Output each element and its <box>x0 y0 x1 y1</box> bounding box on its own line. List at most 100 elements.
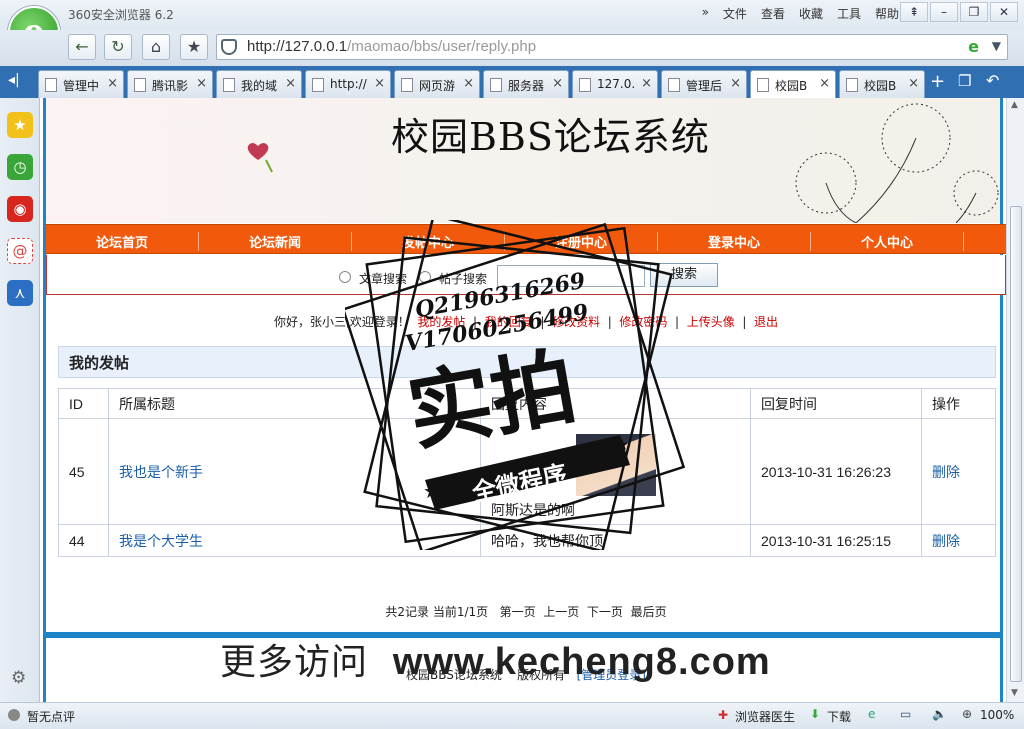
col-action: 操作 <box>921 388 996 419</box>
post-search-radio[interactable] <box>419 271 431 283</box>
nav-post[interactable]: 发帖中心 <box>352 232 505 251</box>
zoom-level[interactable]: 100% <box>980 708 1014 722</box>
menu-file[interactable]: 文件 <box>723 5 747 22</box>
nav-login[interactable]: 登录中心 <box>658 232 811 251</box>
first-page-link[interactable]: 第一页 <box>500 605 536 619</box>
title-bar: 360安全浏览器 6.2 » 文件 查看 收藏 工具 帮助 ⇞ – ❐ ✕ <box>0 0 1024 30</box>
last-page-link[interactable]: 最后页 <box>631 605 667 619</box>
tab[interactable]: 腾讯影 × <box>127 70 213 98</box>
col-content: 回复内容 <box>480 388 751 419</box>
my-replies-link[interactable]: 我的回复 <box>485 315 533 329</box>
minimize-button[interactable]: – <box>930 2 958 22</box>
article-search-radio[interactable] <box>339 271 351 283</box>
tab-bar: ◂| 管理中 × 腾讯影 × 我的域 × http://× 网页游 × 服务器 × 127… <box>0 66 1024 98</box>
row-title-link[interactable]: 我是个大学生 <box>119 533 203 549</box>
browser-doctor[interactable]: 浏览器医生 <box>735 708 795 725</box>
change-password-link[interactable]: 修改密码 <box>619 315 667 329</box>
weibo-icon[interactable]: ◉ <box>7 196 33 222</box>
tab[interactable]: 127.0. × <box>572 70 658 98</box>
panel-title: 我的发帖 <box>58 346 996 378</box>
posts-table: ID 所属标题 回复内容 回复时间 操作 45 我也是个新手 阿斯达是的啊 20… <box>58 388 996 557</box>
tab[interactable]: http://× <box>305 70 391 98</box>
col-id: ID <box>58 388 109 419</box>
restore-button[interactable]: ❐ <box>960 2 988 22</box>
tab-list-icon[interactable]: ❐ <box>958 72 971 90</box>
row-id: 45 <box>58 418 109 525</box>
address-bar[interactable]: http://127.0.0.1/maomao/bbs/user/reply.p… <box>216 34 1008 60</box>
scrollbar-thumb[interactable] <box>1010 206 1022 682</box>
tab[interactable]: 网页游 × <box>394 70 480 98</box>
comment-icon[interactable] <box>8 709 20 721</box>
tab-active[interactable]: 校园B × <box>750 70 836 98</box>
heart-decoration-icon <box>247 143 273 173</box>
nav-profile[interactable]: 个人中心 <box>811 232 964 251</box>
pin-icon[interactable]: ⇞ <box>900 2 928 22</box>
row-content: 哈哈，我也帮你顶 <box>480 524 751 557</box>
my-posts-link[interactable]: 我的发帖 <box>417 315 465 329</box>
menu-expand-icon[interactable]: » <box>702 5 709 22</box>
web-page: 校园BBS论坛系统 论坛首页 论坛新闻 发帖中心 注册中心 登录中心 个人中心 <box>40 98 1006 702</box>
nav-register[interactable]: 注册中心 <box>505 232 658 251</box>
search-button[interactable]: 搜索 <box>650 263 718 287</box>
page-scrollbar[interactable]: ▲ ▼ <box>1006 98 1024 702</box>
logout-link[interactable]: 退出 <box>754 315 778 329</box>
tab[interactable]: 服务器 × <box>483 70 569 98</box>
menu-favorites[interactable]: 收藏 <box>799 5 823 22</box>
nav-home[interactable]: 论坛首页 <box>46 232 199 251</box>
download-icon: ⬇ <box>810 707 821 721</box>
row-time: 2013-10-31 16:26:23 <box>750 418 922 525</box>
app-title: 360安全浏览器 6.2 <box>68 8 174 22</box>
search-input[interactable] <box>497 265 645 287</box>
status-left-text[interactable]: 暂无点评 <box>27 708 75 725</box>
window-icon[interactable]: ▭ <box>900 707 911 721</box>
row-title-link[interactable]: 我也是个新手 <box>119 464 203 480</box>
menu-bar: » 文件 查看 收藏 工具 帮助 <box>702 5 899 22</box>
close-button[interactable]: ✕ <box>990 2 1018 22</box>
sidebar-toggle-icon[interactable]: ◂| <box>8 72 20 88</box>
delete-link[interactable]: 删除 <box>932 464 960 480</box>
back-arrow-icon[interactable]: ← <box>68 34 96 60</box>
close-icon: × <box>819 76 830 91</box>
tab[interactable]: 我的域 × <box>216 70 302 98</box>
upload-avatar-link[interactable]: 上传头像 <box>687 315 735 329</box>
site-frame: 校园BBS论坛系统 论坛首页 论坛新闻 发帖中心 注册中心 登录中心 个人中心 <box>43 98 1006 702</box>
search-area: 文章搜索 帖子搜索 搜索 <box>46 255 1006 295</box>
next-page-link[interactable]: 下一页 <box>587 605 623 619</box>
avatar-image <box>576 434 656 496</box>
table-row: 44 我是个大学生 哈哈，我也帮你顶 2013-10-31 16:25:15 删… <box>58 524 996 557</box>
ie-mode-icon[interactable]: e <box>968 37 979 56</box>
pager: 共2记录 当前1/1页 第一页 上一页 下一页 最后页 <box>46 603 1006 620</box>
volume-icon[interactable]: 🔈 <box>932 707 947 721</box>
star-icon[interactable]: ★ <box>180 34 208 60</box>
edit-profile-link[interactable]: 修改资料 <box>552 315 600 329</box>
scroll-down-icon[interactable]: ▼ <box>1011 688 1018 698</box>
close-icon: × <box>463 76 474 91</box>
close-icon: × <box>641 76 652 91</box>
home-icon[interactable]: ⌂ <box>142 34 170 60</box>
new-tab-icon[interactable]: + <box>930 71 945 92</box>
menu-view[interactable]: 查看 <box>761 5 785 22</box>
prev-page-link[interactable]: 上一页 <box>543 605 579 619</box>
menu-help[interactable]: 帮助 <box>875 5 899 22</box>
tab[interactable]: 校园B × <box>839 70 925 98</box>
scroll-up-icon[interactable]: ▲ <box>1011 100 1018 110</box>
close-icon: × <box>196 76 207 91</box>
menu-tools[interactable]: 工具 <box>837 5 861 22</box>
shield-icon <box>221 39 237 55</box>
zoom-icon[interactable]: ⊕ <box>962 707 972 721</box>
settings-gear-icon[interactable]: ⚙ <box>11 668 26 688</box>
history-clock-icon[interactable]: ◷ <box>7 154 33 180</box>
tab[interactable]: 管理中 × <box>38 70 124 98</box>
ie-icon[interactable]: e <box>868 707 875 721</box>
chevron-down-icon[interactable]: ▼ <box>992 39 1001 53</box>
delete-link[interactable]: 删除 <box>932 533 960 549</box>
tab[interactable]: 管理后 × <box>661 70 747 98</box>
status-bar: 暂无点评 ✚ 浏览器医生 ⬇ 下载 e ▭ 🔈 ⊕ 100% <box>0 702 1024 729</box>
email-icon[interactable]: @ <box>7 238 33 264</box>
nav-news[interactable]: 论坛新闻 <box>199 232 352 251</box>
app-icon[interactable]: ⋏ <box>7 280 33 306</box>
refresh-icon[interactable]: ↻ <box>104 34 132 60</box>
download-button[interactable]: 下载 <box>827 708 851 725</box>
favorites-star-icon[interactable]: ★ <box>7 112 33 138</box>
undo-close-icon[interactable]: ↶ <box>986 71 999 90</box>
